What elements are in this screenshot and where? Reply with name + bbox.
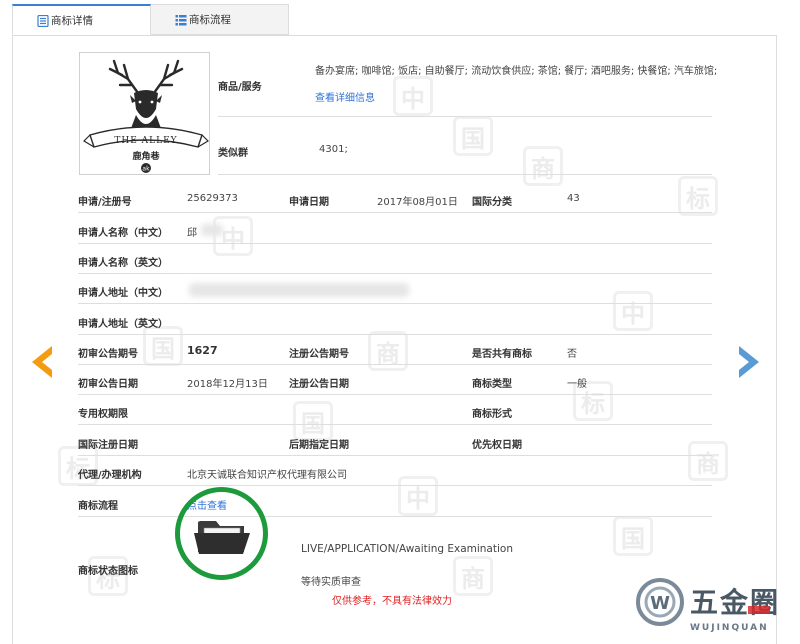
view-details-link[interactable]: 查看详细信息	[315, 93, 375, 104]
divider	[78, 485, 712, 486]
site-logo-sub: WUJINQUAN	[690, 623, 769, 633]
logo-brand-text: THE ALLEY	[114, 136, 177, 146]
watermark-char: 商	[453, 556, 493, 596]
divider	[218, 116, 712, 117]
divider	[78, 364, 712, 365]
watermark-char: 国	[143, 326, 183, 366]
goods-label: 商品/服务	[218, 82, 262, 93]
site-logo: W 五金圈 WUJINQUAN	[630, 572, 796, 636]
details-panel: 中 国 商 标 中 国 商 标 中 国 商 标 中 国 商 标 THE ALLE…	[12, 35, 777, 644]
watermark-char: 国	[293, 401, 333, 441]
goods-value: 备办宴席; 咖啡馆; 饭店; 自助餐厅; 流动饮食供应; 茶馆; 餐厅; 酒吧服…	[315, 58, 720, 112]
reg-no-label: 申请/注册号	[78, 197, 132, 208]
tab-bar: 商标详情 商标流程	[12, 4, 292, 36]
prelim-no-label: 初审公告期号	[78, 349, 138, 360]
address-en-label: 申请人地址（英文）	[78, 319, 168, 330]
divider	[78, 303, 712, 304]
site-logo-text: 五金圈	[690, 586, 780, 619]
wujinquan-logo-icon: W 五金圈 WUJINQUAN	[636, 578, 780, 633]
exclusive-label: 专用权期限	[78, 409, 128, 420]
reg-pub-no-label: 注册公告期号	[289, 349, 349, 360]
tab-label: 商标详情	[51, 14, 93, 27]
apply-date-label: 申请日期	[289, 197, 329, 208]
status-cn: 等待实质审查	[301, 577, 361, 588]
watermark-char: 商	[688, 441, 728, 481]
divider	[78, 455, 712, 456]
divider	[78, 394, 712, 395]
trademark-image: THE ALLEY 鹿角巷 ak	[79, 52, 210, 175]
agent-value: 北京天诚联合知识产权代理有限公司	[187, 470, 347, 481]
similar-group-label: 类似群	[218, 148, 248, 159]
intl-class-label: 国际分类	[472, 197, 512, 208]
shared-value: 否	[567, 349, 577, 360]
list-icon	[175, 15, 187, 26]
divider	[78, 243, 712, 244]
tm-form-label: 商标形式	[472, 409, 512, 420]
open-folder-icon	[194, 521, 250, 554]
tm-type-value: 一般	[567, 379, 587, 390]
watermark-char: 商	[523, 146, 563, 186]
similar-group-value: 4301;	[319, 144, 348, 155]
apply-date-value: 2017年08月01日	[377, 197, 458, 208]
disclaimer-text: 仅供参考，不具有法律效力	[332, 596, 452, 607]
status-circle	[175, 487, 268, 580]
applicant-cn-value: 邱	[187, 228, 197, 239]
logo-badge: ak	[142, 166, 150, 173]
prelim-date-value: 2018年12月13日	[187, 379, 268, 390]
watermark-char: 商	[368, 331, 408, 371]
logo-sub-text: 鹿角巷	[131, 150, 160, 162]
intl-class-value: 43	[567, 193, 580, 204]
watermark-char: 中	[398, 476, 438, 516]
goods-text: 备办宴席; 咖啡馆; 饭店; 自助餐厅; 流动饮食供应; 茶馆; 餐厅; 酒吧服…	[315, 66, 718, 77]
document-icon	[37, 15, 49, 27]
tab-label: 商标流程	[189, 14, 231, 26]
prev-arrow-icon[interactable]	[28, 344, 56, 380]
intl-reg-date-label: 国际注册日期	[78, 440, 138, 451]
redacted-block	[201, 224, 223, 236]
status-en: LIVE/APPLICATION/Awaiting Examination	[301, 543, 513, 555]
applicant-en-label: 申请人名称（英文）	[78, 258, 168, 269]
divider	[218, 174, 712, 175]
divider	[78, 273, 712, 274]
tab-trademark-details[interactable]: 商标详情	[12, 4, 151, 35]
divider	[78, 212, 712, 213]
watermark-char: 中	[213, 216, 253, 256]
address-cn-label: 申请人地址（中文）	[78, 288, 168, 299]
reg-pub-date-label: 注册公告日期	[289, 379, 349, 390]
redacted-block	[189, 283, 409, 297]
divider	[78, 424, 712, 425]
watermark-char: 国	[613, 516, 653, 556]
watermark-char: 中	[613, 291, 653, 331]
next-arrow-icon[interactable]	[735, 344, 763, 380]
later-date-label: 后期指定日期	[289, 440, 349, 451]
deer-logo-icon: THE ALLEY 鹿角巷 ak	[83, 59, 209, 173]
tm-type-label: 商标类型	[472, 379, 512, 390]
tab-trademark-flow[interactable]: 商标流程	[150, 4, 289, 35]
prelim-no-value: 1627	[187, 344, 218, 357]
reg-no-value: 25629373	[187, 193, 238, 204]
divider	[78, 334, 712, 335]
applicant-cn-label: 申请人名称（中文）	[78, 228, 168, 239]
watermark-char: 标	[678, 176, 718, 216]
prelim-date-label: 初审公告日期	[78, 379, 138, 390]
divider	[78, 516, 712, 517]
priority-date-label: 优先权日期	[472, 440, 522, 451]
svg-text:W: W	[650, 593, 670, 614]
flow-label: 商标流程	[78, 501, 118, 512]
shared-label: 是否共有商标	[472, 349, 532, 360]
agent-label: 代理/办理机构	[78, 470, 142, 481]
watermark-char: 国	[453, 116, 493, 156]
status-icon-label: 商标状态图标	[78, 566, 138, 577]
